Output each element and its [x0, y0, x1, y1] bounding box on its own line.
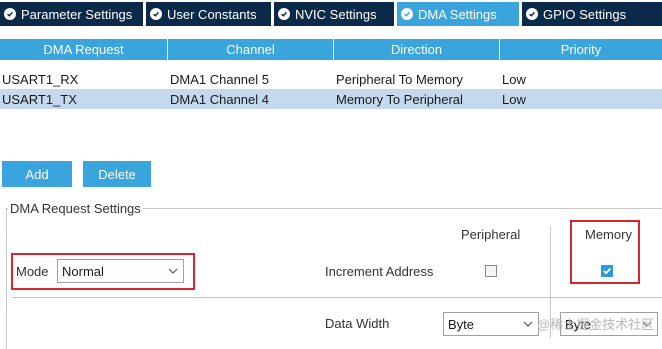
tab-nvic-settings[interactable]: NVIC Settings — [274, 2, 394, 26]
data-width-label: Data Width — [325, 316, 390, 331]
cell-direction: Memory To Peripheral — [336, 91, 463, 107]
column-header-channel[interactable]: Channel — [168, 39, 334, 60]
column-header-priority[interactable]: Priority — [500, 39, 662, 60]
tab-user-constants[interactable]: User Constants — [146, 2, 271, 26]
tab-dma-settings[interactable]: DMA Settings — [397, 2, 519, 26]
peripheral-column-label: Peripheral — [461, 227, 521, 242]
tab-label: DMA Settings — [418, 6, 497, 22]
cell-channel: DMA1 Channel 5 — [170, 71, 269, 87]
check-circle-icon — [526, 8, 538, 20]
mode-highlight-box — [11, 253, 195, 290]
tab-label: Parameter Settings — [21, 6, 133, 22]
cell-direction: Peripheral To Memory — [336, 71, 463, 87]
increment-address-label: Increment Address — [325, 264, 434, 279]
delete-button[interactable]: Delete — [83, 161, 151, 187]
check-circle-icon — [278, 8, 290, 20]
tab-label: GPIO Settings — [543, 6, 627, 22]
column-header-direction[interactable]: Direction — [334, 39, 500, 60]
chevron-down-icon — [523, 321, 533, 327]
check-circle-icon — [150, 8, 162, 20]
cell-channel: DMA1 Channel 4 — [170, 91, 269, 107]
dma-table-header: DMA Request Channel Direction Priority — [0, 39, 662, 60]
add-button[interactable]: Add — [2, 161, 72, 187]
cell-request: USART1_TX — [2, 91, 77, 107]
cell-priority: Low — [502, 71, 526, 87]
tab-bar: Parameter Settings User Constants NVIC S… — [0, 0, 662, 28]
increment-peripheral-checkbox[interactable] — [485, 265, 497, 277]
memory-highlight-box — [570, 220, 640, 284]
data-width-peripheral-select[interactable]: Byte — [443, 312, 539, 336]
tab-gpio-settings[interactable]: GPIO Settings — [522, 2, 662, 26]
table-row[interactable]: USART1_RX DMA1 Channel 5 Peripheral To M… — [0, 69, 662, 89]
check-circle-icon — [401, 8, 413, 20]
group-legend: DMA Request Settings — [8, 201, 143, 216]
table-row-selected[interactable]: USART1_TX DMA1 Channel 4 Memory To Perip… — [0, 89, 662, 109]
check-circle-icon — [4, 8, 16, 20]
data-width-peripheral-value: Byte — [448, 316, 475, 332]
tab-label: NVIC Settings — [295, 6, 377, 22]
cell-priority: Low — [502, 91, 526, 107]
column-header-dma-request[interactable]: DMA Request — [0, 39, 168, 60]
cell-request: USART1_RX — [2, 71, 79, 87]
tab-label: User Constants — [167, 6, 257, 22]
watermark: @稀土掘金技术社区 — [537, 317, 655, 332]
row-separator — [12, 297, 662, 298]
tab-parameter-settings[interactable]: Parameter Settings — [0, 2, 143, 26]
